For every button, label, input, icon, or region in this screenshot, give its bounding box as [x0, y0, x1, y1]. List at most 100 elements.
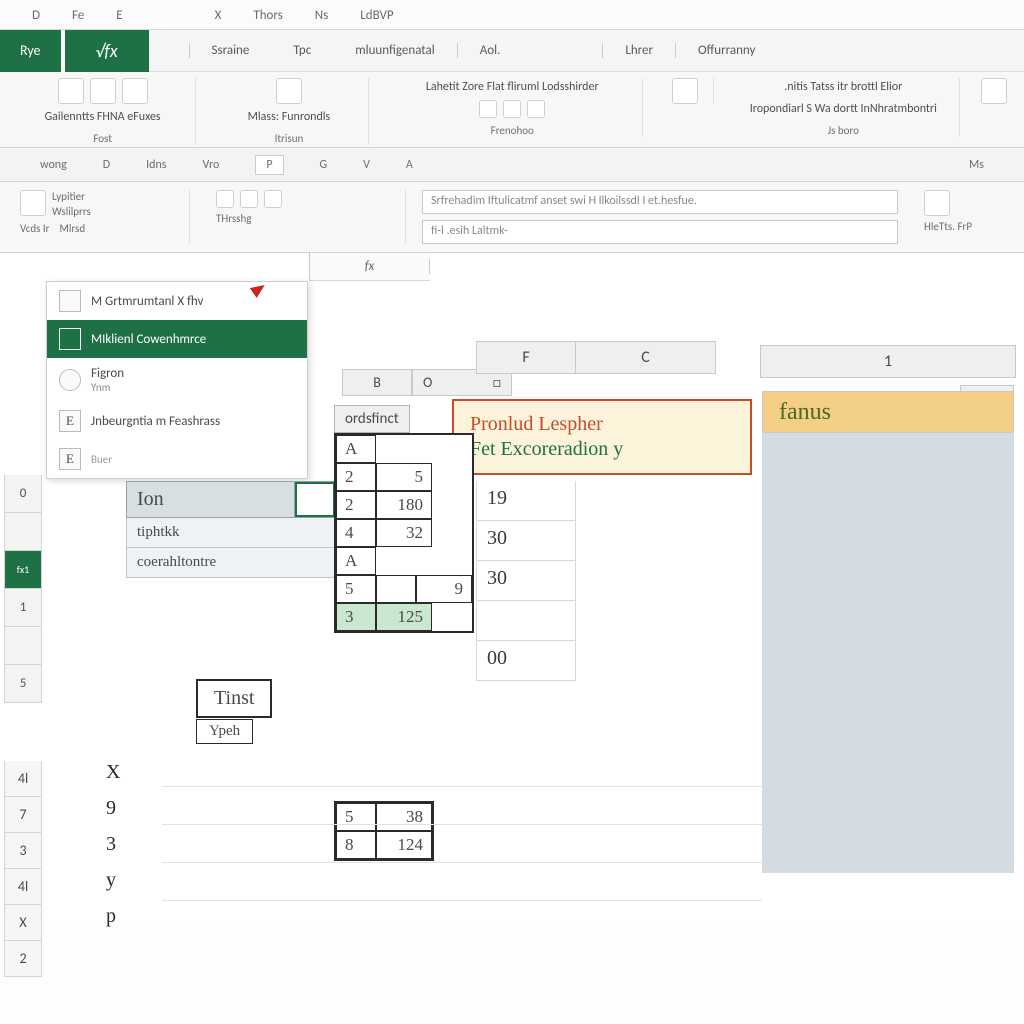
sub-tab[interactable]: V — [363, 158, 370, 172]
grid-cell[interactable]: 00 — [476, 641, 576, 681]
fx-icon[interactable]: fx — [310, 259, 430, 274]
top-tab[interactable]: Ns — [315, 8, 328, 29]
name-box[interactable] — [0, 253, 310, 281]
mini-cell[interactable]: A — [336, 435, 376, 463]
ribbon-tab[interactable]: Ssraine — [189, 43, 272, 58]
top-tab[interactable]: LdBVP — [360, 8, 393, 29]
mini-cell[interactable]: 2 — [336, 491, 376, 519]
mini-cell[interactable]: A — [336, 547, 376, 575]
mini-cell-highlight[interactable]: 125 — [376, 603, 432, 631]
highlighted-cell[interactable]: fanus — [762, 391, 1014, 433]
row-header[interactable] — [4, 627, 42, 665]
row-header[interactable]: 2 — [4, 941, 42, 977]
grid-cell[interactable] — [762, 713, 1014, 753]
mini-cell[interactable] — [376, 575, 416, 603]
grid-cell[interactable]: 30 — [476, 521, 576, 561]
context-menu-item[interactable]: M Grtmrumtanl X fhv — [47, 282, 307, 320]
query-icon[interactable] — [672, 78, 698, 104]
row-header[interactable]: fx1 — [4, 551, 42, 589]
context-menu-item[interactable]: EBuer — [47, 440, 307, 478]
mini-cell[interactable]: 5 — [336, 803, 376, 831]
grid-cell[interactable] — [762, 633, 1014, 673]
panel-icon[interactable] — [264, 190, 282, 208]
paste-icon[interactable] — [90, 78, 116, 104]
ribbon-tab[interactable]: mluunfigenatal — [333, 43, 457, 58]
mini-cell[interactable]: 2 — [336, 463, 376, 491]
grid-cell[interactable] — [762, 593, 1014, 633]
options-icon[interactable] — [981, 78, 1007, 104]
ribbon-tab[interactable]: Tpc — [271, 43, 333, 58]
row-header[interactable]: 0 — [4, 475, 42, 513]
grid-cell[interactable] — [476, 601, 576, 641]
column-header-C[interactable]: C — [576, 341, 716, 374]
grid-cell[interactable]: 30 — [476, 561, 576, 601]
row-header[interactable]: 1 — [4, 589, 42, 627]
mini-cell[interactable]: 32 — [376, 519, 432, 547]
mini-cell[interactable]: 4 — [336, 519, 376, 547]
panel-icon[interactable] — [924, 190, 950, 216]
row-header[interactable] — [4, 513, 42, 551]
formula-bar-input[interactable] — [430, 253, 1024, 281]
align-icon[interactable] — [479, 100, 497, 118]
ribbon-tab[interactable]: Aol. — [457, 43, 523, 58]
mini-table-cell[interactable]: coerahltontre — [127, 548, 335, 577]
grid-cell[interactable] — [762, 833, 1014, 873]
grid-cell[interactable] — [762, 673, 1014, 713]
fx-badge-icon[interactable]: √fx — [61, 30, 149, 72]
sub-tab[interactable]: Idns — [146, 158, 166, 172]
mini-cell[interactable]: 124 — [376, 831, 432, 859]
file-tab[interactable]: Rye — [0, 30, 61, 72]
ribbon-tab[interactable]: Offurranny — [675, 43, 777, 58]
row-header[interactable]: X — [4, 905, 42, 941]
sub-tab[interactable]: G — [320, 158, 328, 172]
grid-cell[interactable] — [762, 473, 1014, 513]
mini-cell[interactable]: 5 — [336, 575, 376, 603]
panel-icon[interactable] — [216, 190, 234, 208]
floating-label[interactable]: Tinst — [196, 679, 272, 718]
row-header[interactable]: 4l — [4, 761, 42, 797]
panel-icon[interactable] — [240, 190, 258, 208]
ribbon-tab[interactable]: Lhrer — [602, 43, 675, 58]
grid-cell[interactable] — [762, 753, 1014, 793]
grid-cell[interactable] — [762, 793, 1014, 833]
sub-tab[interactable]: A — [406, 158, 413, 172]
align-icon[interactable] — [503, 100, 521, 118]
column-header-B[interactable]: B — [342, 369, 412, 396]
context-menu-item[interactable]: EJnbeurgntia m Feashrass — [47, 402, 307, 440]
sub-tab[interactable]: wong — [40, 158, 67, 172]
mini-cell[interactable]: 8 — [336, 831, 376, 859]
formula-preview-2[interactable]: fi-l .esih Laltmk- — [422, 220, 898, 244]
column-header-1[interactable]: 1 — [760, 345, 1016, 378]
column-header-F[interactable]: F — [476, 341, 576, 374]
row-header[interactable]: 4l — [4, 869, 42, 905]
chip-icon[interactable] — [295, 482, 335, 517]
sub-tab[interactable]: D — [103, 158, 110, 172]
grid-cell[interactable] — [762, 513, 1014, 553]
mini-cell[interactable]: 5 — [376, 463, 432, 491]
formula-preview-1[interactable]: Srfrehadim Iftulicatmf anset swi H llkoi… — [422, 190, 898, 214]
top-tab[interactable]: Fe — [72, 8, 84, 29]
top-tab[interactable]: E — [116, 8, 122, 29]
top-tab[interactable]: Thors — [253, 8, 282, 29]
mini-cell[interactable]: 9 — [416, 575, 472, 603]
grid-cell[interactable] — [762, 433, 1014, 473]
row-header[interactable]: 7 — [4, 797, 42, 833]
top-tab[interactable]: X — [215, 8, 222, 29]
clipboard-icon[interactable] — [58, 78, 84, 104]
context-menu-item[interactable]: FigronYnm — [47, 358, 307, 402]
mini-table-cell[interactable]: tiphtkk — [127, 518, 335, 547]
grid-cell[interactable] — [762, 553, 1014, 593]
brush-icon[interactable] — [122, 78, 148, 104]
mini-cell[interactable]: 180 — [376, 491, 432, 519]
panel-icon[interactable] — [20, 190, 46, 216]
row-header[interactable]: 5 — [4, 665, 42, 703]
row-header[interactable]: 3 — [4, 833, 42, 869]
sub-tab-active[interactable]: P — [255, 155, 283, 175]
floating-label[interactable]: Ypeh — [196, 719, 253, 744]
shape-icon[interactable] — [276, 78, 302, 104]
mini-cell[interactable]: 38 — [376, 803, 432, 831]
mini-cell-highlight[interactable]: 3 — [336, 603, 376, 631]
align-icon[interactable] — [527, 100, 545, 118]
context-menu-item-selected[interactable]: MIklienl Cowenhmrce — [47, 320, 307, 358]
grid-cell[interactable]: 19 — [476, 481, 576, 521]
